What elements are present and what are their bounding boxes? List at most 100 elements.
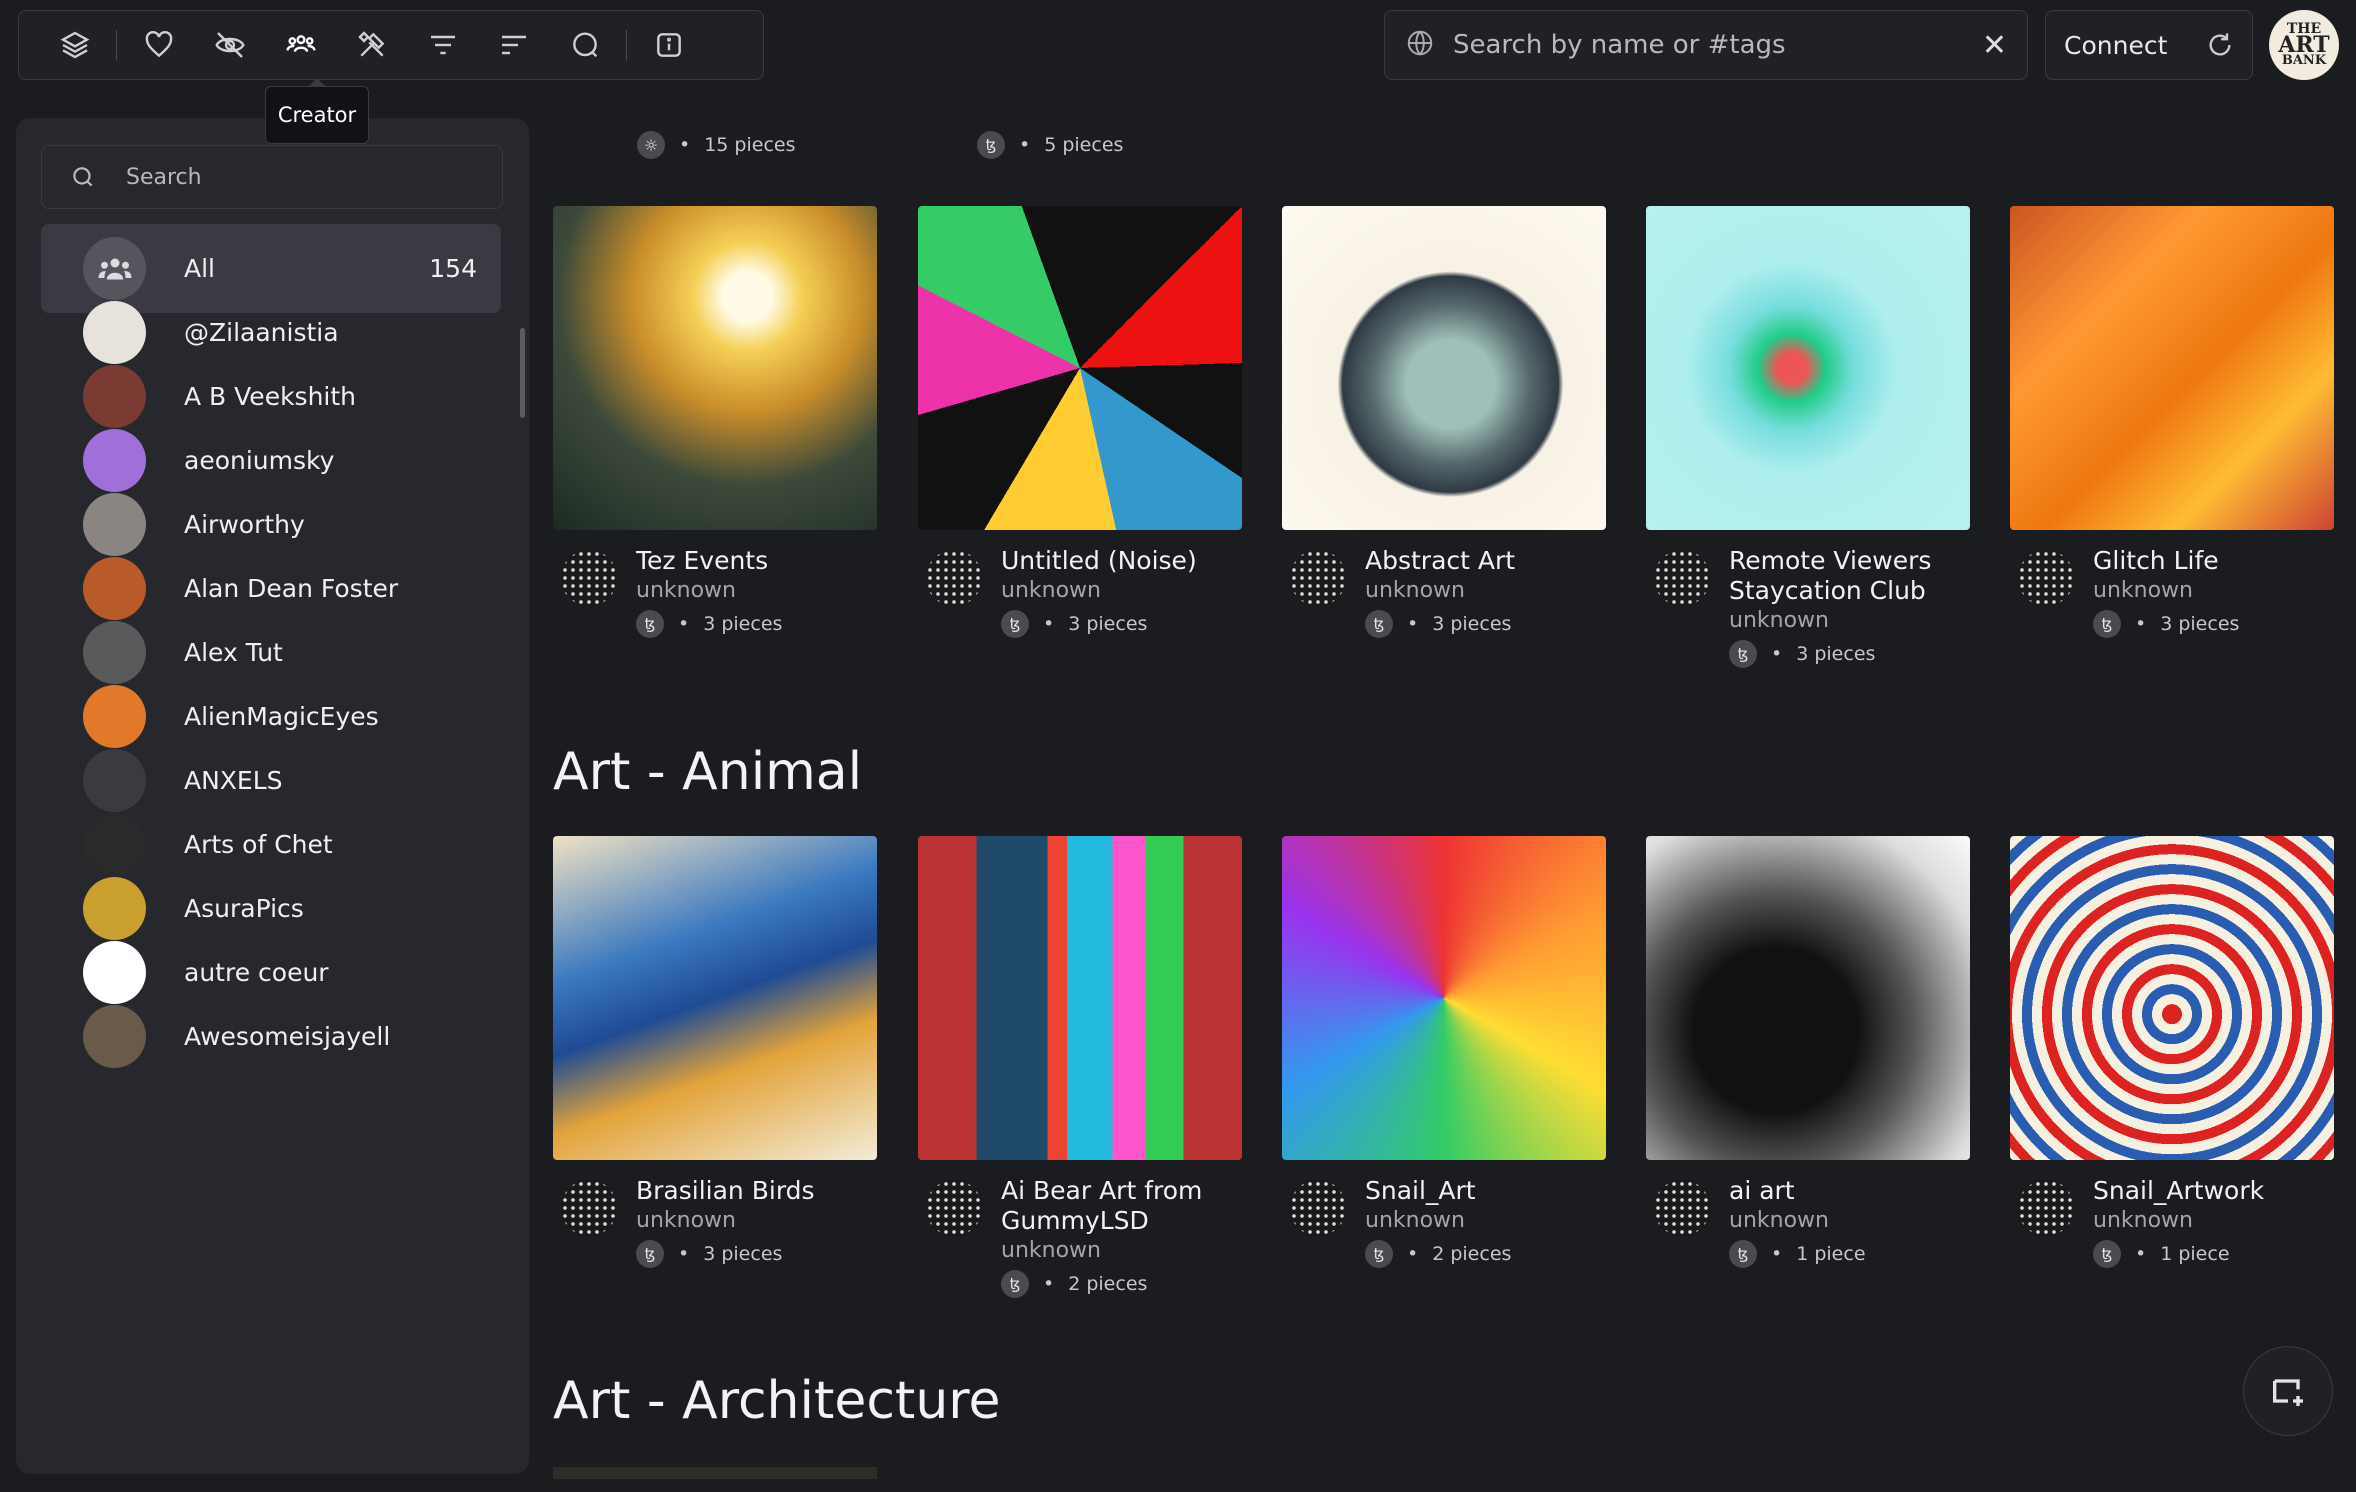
- collection-avatar[interactable]: [926, 550, 982, 606]
- card-title[interactable]: Ai Bear Art from: [1001, 1176, 1242, 1206]
- collection-avatar[interactable]: [926, 1180, 982, 1236]
- top-bar: ✕ Connect THE ART BANK: [0, 0, 2356, 91]
- card-author: unknown: [1365, 578, 1465, 603]
- sidebar-item-creator[interactable]: Awesomeisjayell: [41, 992, 501, 1081]
- artwork-card[interactable]: Untitled (Noise) unknown ꜩ • 3 pieces: [918, 206, 1242, 638]
- sidebar-search-input[interactable]: [126, 164, 400, 190]
- artwork-thumbnail[interactable]: [2010, 206, 2334, 530]
- sidebar-item-label: @Zilaanistia: [184, 318, 339, 347]
- sidebar-item-label: Arts of Chet: [184, 830, 333, 859]
- card-title[interactable]: Remote Viewers: [1729, 546, 1970, 576]
- collection-avatar[interactable]: [1290, 550, 1346, 606]
- creator-icon[interactable]: [265, 10, 336, 80]
- piece-count: 1 piece: [2160, 1243, 2230, 1265]
- card-title[interactable]: Brasilian Birds: [636, 1176, 877, 1206]
- collection-avatar[interactable]: [2018, 550, 2074, 606]
- artwork-thumbnail-partial[interactable]: [553, 1467, 877, 1479]
- artwork-card[interactable]: Brasilian Birds unknown ꜩ • 3 pieces: [553, 836, 877, 1268]
- collection-avatar[interactable]: [1654, 1180, 1710, 1236]
- add-window-icon: [2273, 1379, 2303, 1406]
- eye-off-icon[interactable]: [194, 10, 265, 80]
- piece-count: 1 piece: [1796, 1243, 1866, 1265]
- artwork-card[interactable]: Glitch Life unknown ꜩ • 3 pieces: [2010, 206, 2334, 638]
- card-title[interactable]: Snail_Art: [1365, 1176, 1606, 1206]
- new-window-button[interactable]: [2243, 1346, 2333, 1436]
- card-info: Snail_Artwork unknown ꜩ • 1 piece: [2010, 1176, 2334, 1268]
- card-title[interactable]: Snail_Artwork: [2093, 1176, 2334, 1206]
- card-title[interactable]: GummyLSD: [1001, 1206, 1242, 1236]
- tools-icon[interactable]: [336, 10, 407, 80]
- card-meta: ꜩ • 1 piece: [2093, 1240, 2334, 1268]
- piece-count: 3 pieces: [703, 1243, 783, 1265]
- card-title[interactable]: Tez Events: [636, 546, 877, 576]
- card-meta: ꜩ • 1 piece: [1729, 1240, 1970, 1268]
- tezos-icon: ꜩ: [1001, 610, 1029, 638]
- partial-card-meta: ☼ • 15 pieces: [637, 131, 796, 159]
- sidebar-item-label: AsuraPics: [184, 894, 304, 923]
- card-title[interactable]: Untitled (Noise): [1001, 546, 1242, 576]
- collection-avatar[interactable]: [561, 550, 617, 606]
- art-bank-logo[interactable]: THE ART BANK: [2269, 10, 2339, 80]
- search-bar: ✕: [1384, 10, 2028, 80]
- artwork-thumbnail[interactable]: [1282, 206, 1606, 530]
- toolbar-divider: [626, 30, 627, 60]
- tezos-icon: ꜩ: [1365, 1240, 1393, 1268]
- card-info: ai art unknown ꜩ • 1 piece: [1646, 1176, 1970, 1268]
- artwork-card[interactable]: Remote Viewers Staycation Club unknown ꜩ • 3 …: [1646, 206, 1970, 668]
- tezos-icon: ꜩ: [636, 610, 664, 638]
- sidebar-item-label: Alan Dean Foster: [184, 574, 399, 603]
- layers-icon[interactable]: [39, 10, 110, 80]
- collection-avatar[interactable]: [2018, 1180, 2074, 1236]
- card-info: Abstract Art unknown ꜩ • 3 pieces: [1282, 546, 1606, 638]
- artwork-card[interactable]: Snail_Art unknown ꜩ • 2 pieces: [1282, 836, 1606, 1268]
- tezos-icon: ꜩ: [2093, 610, 2121, 638]
- avatar: [83, 1005, 146, 1068]
- sidebar-item-label: All: [184, 254, 215, 283]
- sidebar-item-label: aeoniumsky: [184, 446, 335, 475]
- card-meta: ꜩ • 3 pieces: [1729, 640, 1970, 668]
- card-info: Brasilian Birds unknown ꜩ • 3 pieces: [553, 1176, 877, 1268]
- refresh-icon[interactable]: [2206, 31, 2234, 59]
- card-info: Untitled (Noise) unknown ꜩ • 3 pieces: [918, 546, 1242, 638]
- creator-tooltip: Creator: [265, 78, 369, 144]
- collection-avatar[interactable]: [561, 1180, 617, 1236]
- card-author: unknown: [1001, 578, 1101, 603]
- card-title[interactable]: Glitch Life: [2093, 546, 2334, 576]
- search-input[interactable]: [1453, 30, 1982, 60]
- artwork-thumbnail[interactable]: [553, 206, 877, 530]
- card-author: unknown: [1729, 1208, 1829, 1233]
- artwork-card[interactable]: ai art unknown ꜩ • 1 piece: [1646, 836, 1970, 1268]
- clear-search-icon[interactable]: ✕: [1982, 28, 2007, 63]
- artwork-card[interactable]: Snail_Artwork unknown ꜩ • 1 piece: [2010, 836, 2334, 1268]
- artwork-thumbnail[interactable]: [1646, 206, 1970, 530]
- card-title[interactable]: Abstract Art: [1365, 546, 1606, 576]
- collection-avatar[interactable]: [1654, 550, 1710, 606]
- card-meta: ꜩ • 3 pieces: [1001, 610, 1242, 638]
- artwork-card[interactable]: Tez Events unknown ꜩ • 3 pieces: [553, 206, 877, 638]
- card-title[interactable]: ai art: [1729, 1176, 1970, 1206]
- card-info: Ai Bear Art from GummyLSD unknown ꜩ • 2 piece…: [918, 1176, 1242, 1298]
- artwork-card[interactable]: Abstract Art unknown ꜩ • 3 pieces: [1282, 206, 1606, 638]
- artwork-thumbnail[interactable]: [918, 206, 1242, 530]
- toolbar-divider: [116, 30, 117, 60]
- heart-icon[interactable]: [123, 10, 194, 80]
- chat-icon[interactable]: [549, 10, 620, 80]
- piece-count: 2 pieces: [1432, 1243, 1512, 1265]
- card-meta: ꜩ • 2 pieces: [1001, 1270, 1242, 1298]
- artwork-thumbnail[interactable]: [553, 836, 877, 1160]
- artwork-card[interactable]: Ai Bear Art from GummyLSD unknown ꜩ • 2 piece…: [918, 836, 1242, 1298]
- artwork-thumbnail[interactable]: [2010, 836, 2334, 1160]
- artwork-thumbnail[interactable]: [1282, 836, 1606, 1160]
- sidebar-scrollbar[interactable]: [520, 328, 525, 418]
- sort-icon[interactable]: [478, 10, 549, 80]
- card-title[interactable]: Staycation Club: [1729, 576, 1970, 606]
- connect-button[interactable]: Connect: [2045, 10, 2253, 80]
- sidebar-item-label: Alex Tut: [184, 638, 283, 667]
- collection-avatar[interactable]: [1290, 1180, 1346, 1236]
- artwork-thumbnail[interactable]: [918, 836, 1242, 1160]
- sidebar-item-label: AlienMagicEyes: [184, 702, 379, 731]
- artwork-thumbnail[interactable]: [1646, 836, 1970, 1160]
- sun-icon: ☼: [637, 131, 665, 159]
- filter-icon[interactable]: [407, 10, 478, 80]
- info-icon[interactable]: [633, 10, 704, 80]
